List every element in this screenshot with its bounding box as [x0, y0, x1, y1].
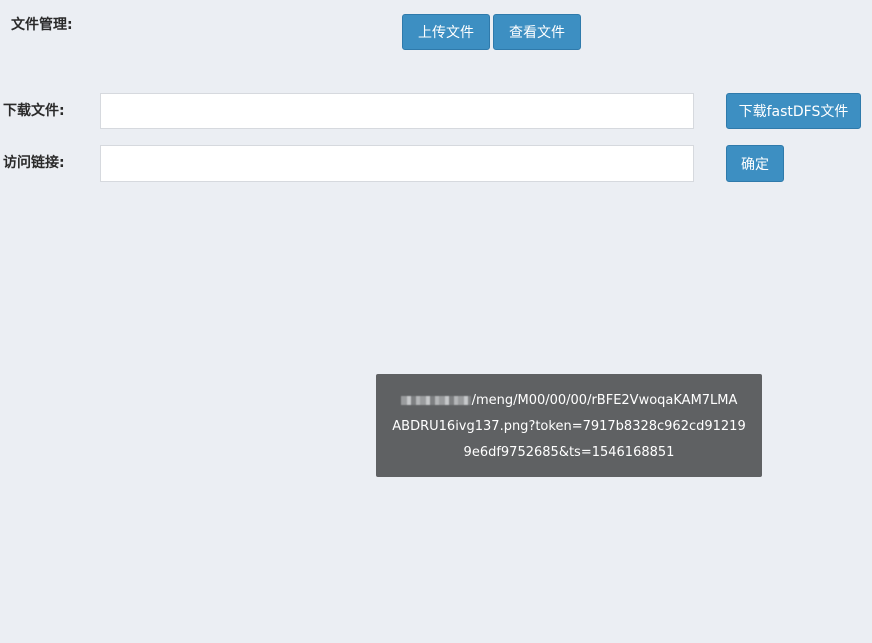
- redacted-host: [400, 396, 471, 405]
- download-file-label: 下载文件:: [3, 103, 65, 119]
- view-files-button[interactable]: 查看文件: [493, 14, 581, 50]
- toast-line-1-text: /meng/M00/00/00/rBFE2VwoqaKAM7LMA: [471, 393, 738, 408]
- toast-line-3: 9e6df9752685&ts=1546168851: [463, 445, 675, 460]
- access-link-input[interactable]: [100, 145, 694, 182]
- confirm-button[interactable]: 确定: [726, 145, 784, 182]
- file-management-label: 文件管理:: [11, 17, 73, 33]
- toast-line-2: ABDRU16ivg137.png?token=7917b8328c962cd9…: [392, 419, 746, 434]
- toast-line-1: /meng/M00/00/00/rBFE2VwoqaKAM7LMA: [376, 388, 762, 414]
- access-link-label: 访问链接:: [3, 155, 65, 171]
- download-file-input[interactable]: [100, 93, 694, 129]
- toast-message: /meng/M00/00/00/rBFE2VwoqaKAM7LMA ABDRU1…: [376, 374, 762, 477]
- download-fastdfs-button[interactable]: 下载fastDFS文件: [726, 93, 861, 129]
- upload-file-button[interactable]: 上传文件: [402, 14, 490, 50]
